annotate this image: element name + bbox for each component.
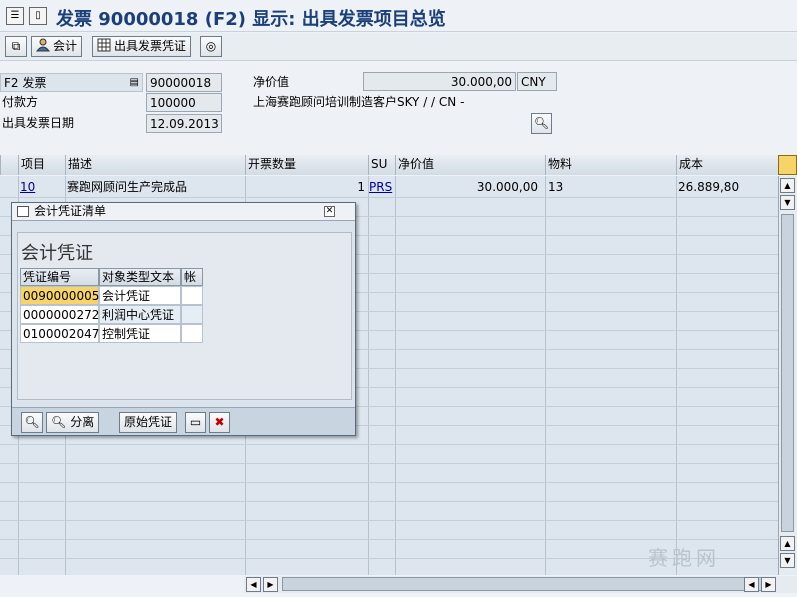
billing-doc-number-field[interactable]: 90000018 xyxy=(146,73,222,92)
column-header-ledger[interactable]: 帐 xyxy=(181,268,203,286)
column-settings-icon[interactable] xyxy=(778,155,797,175)
ledger-cell[interactable] xyxy=(181,324,203,343)
scroll-down-icon[interactable]: ▼ xyxy=(780,195,795,210)
scroll-left-end-icon[interactable]: ◀ xyxy=(744,577,759,592)
horizontal-scroll-thumb[interactable] xyxy=(282,577,762,591)
watermark: 赛跑网 xyxy=(648,546,720,570)
ledger-cell[interactable] xyxy=(181,286,203,305)
window-icon xyxy=(17,206,29,217)
dialog-heading: 会计凭证 xyxy=(21,243,93,264)
page-title: 发票 90000018 (F2) 显示: 出具发票项目总览 xyxy=(56,9,446,30)
refresh-button[interactable]: ◎ xyxy=(200,36,222,57)
vertical-scroll-thumb[interactable] xyxy=(781,214,794,532)
split-label: 分离 xyxy=(70,415,95,429)
person-icon xyxy=(35,38,51,52)
billing-date-label: 出具发票日期 xyxy=(2,116,75,130)
accounting-documents-dialog: 会计凭证清单 ✕ 会计凭证 凭证编号 对象类型文本 帐 0090000005 会… xyxy=(11,202,356,436)
vertical-scrollbar[interactable]: ▲ ▼ ▲ ▼ xyxy=(778,176,797,575)
close-icon[interactable]: ✕ xyxy=(324,206,335,217)
item-material: 13 xyxy=(548,180,564,194)
refresh-icon: ◎ xyxy=(205,39,217,53)
billing-date-field[interactable]: 12.09.2013 xyxy=(146,114,222,133)
doc-number-cell[interactable]: 0000000272 xyxy=(20,305,99,324)
scroll-right-icon[interactable]: ▶ xyxy=(263,577,278,592)
doc-number-cell[interactable]: 0090000005 xyxy=(20,286,99,305)
item-description: 赛跑网顾问生产完成品 xyxy=(67,180,188,194)
magnifier-icon: 🔍︎ xyxy=(24,415,40,429)
column-header-quantity[interactable]: 开票数量 xyxy=(245,155,368,175)
print-icon: ▭ xyxy=(189,415,202,429)
magnifier-icon: 🔍︎ xyxy=(533,116,550,130)
dialog-button-bar: 🔍︎ 🔍︎ 分离 原始凭证 ▭ ✖ xyxy=(12,407,355,435)
type-text-cell[interactable]: 控制凭证 xyxy=(99,324,181,343)
cancel-button[interactable]: ✖ xyxy=(209,412,230,433)
net-value-label: 净价值 xyxy=(253,75,290,89)
doc-number-cell[interactable]: 0100002047 xyxy=(20,324,99,343)
original-document-button[interactable]: 原始凭证 xyxy=(119,412,178,433)
item-unit[interactable]: PRS xyxy=(369,178,392,196)
grid-header: 项目 描述 开票数量 SU 净价值 物料 成本 xyxy=(0,155,778,175)
scroll-right-end-icon[interactable]: ▶ xyxy=(761,577,776,592)
column-header-material[interactable]: 物料 xyxy=(545,155,676,175)
scroll-down-bottom-icon[interactable]: ▼ xyxy=(780,553,795,568)
item-net-value: 30.000,00 xyxy=(476,180,538,194)
type-text-cell[interactable]: 利润中心凭证 xyxy=(99,305,181,324)
payer-label: 付款方 xyxy=(2,95,39,109)
column-header-net-value[interactable]: 净价值 xyxy=(395,155,545,175)
accounting-label: 会计 xyxy=(53,39,78,53)
dialog-title-bar: 会计凭证清单 ✕ xyxy=(12,203,355,221)
horizontal-scrollbar[interactable]: ◀ ▶ ◀ ▶ xyxy=(244,576,797,593)
net-value-field[interactable]: 30.000,00 xyxy=(363,72,516,91)
column-header-item[interactable]: 项目 xyxy=(18,155,65,175)
item-cost: 26.889,80 xyxy=(678,180,740,194)
cancel-icon: ✖ xyxy=(214,415,225,429)
type-text-cell[interactable]: 会计凭证 xyxy=(99,286,181,305)
document-icon[interactable]: ▯ xyxy=(29,7,47,25)
item-number-link[interactable]: 10 xyxy=(20,178,35,196)
column-header-type-text[interactable]: 对象类型文本 xyxy=(99,268,181,286)
column-header-cost[interactable]: 成本 xyxy=(676,155,778,175)
magnifier-plus-icon: 🔍︎ xyxy=(51,415,67,429)
choose-button[interactable]: 🔍︎ xyxy=(21,412,43,433)
row-selector-header[interactable] xyxy=(0,155,18,175)
menu-icon[interactable]: ☰ xyxy=(6,7,24,25)
grid-icon xyxy=(97,38,111,52)
column-header-doc-number[interactable]: 凭证编号 xyxy=(20,268,99,286)
original-document-label: 原始凭证 xyxy=(124,415,173,429)
dialog-title: 会计凭证清单 xyxy=(34,204,107,218)
column-header-unit[interactable]: SU xyxy=(368,155,395,175)
scroll-up-icon[interactable]: ▲ xyxy=(780,178,795,193)
scroll-left-icon[interactable]: ◀ xyxy=(246,577,261,592)
split-button[interactable]: 🔍︎ 分离 xyxy=(46,412,100,433)
issue-invoice-voucher-button[interactable]: 出具发票凭证 xyxy=(92,36,192,57)
title-bar: ☰ ▯ 发票 90000018 (F2) 显示: 出具发票项目总览 xyxy=(0,0,797,32)
column-header-description[interactable]: 描述 xyxy=(65,155,245,175)
header-form: F2 发票 ▤ 90000018 付款方 100000 出具发票日期 12.09… xyxy=(0,63,797,153)
print-button[interactable]: ▭ xyxy=(185,412,206,433)
accounting-button[interactable]: 会计 xyxy=(31,36,83,57)
document-flow-icon: ⧉ xyxy=(11,39,21,53)
scroll-up-bottom-icon[interactable]: ▲ xyxy=(780,536,795,551)
partner-details-button[interactable]: 🔍︎ xyxy=(531,113,552,134)
dropdown-icon[interactable]: ▤ xyxy=(130,74,139,92)
billing-type-label: F2 发票 ▤ xyxy=(0,73,143,92)
issue-invoice-voucher-label: 出具发票凭证 xyxy=(114,39,187,53)
ledger-cell[interactable] xyxy=(181,305,203,324)
application-toolbar: ⧉ 会计 出具发票凭证 ◎ xyxy=(0,33,797,61)
display-document-button[interactable]: ⧉ xyxy=(5,36,27,57)
item-quantity: 1 xyxy=(357,180,365,194)
customer-text: 上海赛跑顾问培训制造客户SKY / / CN - xyxy=(253,95,465,109)
payer-field[interactable]: 100000 xyxy=(146,93,222,112)
currency-field[interactable]: CNY xyxy=(517,72,557,91)
dialog-content: 会计凭证 凭证编号 对象类型文本 帐 0090000005 会计凭证 00000… xyxy=(17,232,352,400)
